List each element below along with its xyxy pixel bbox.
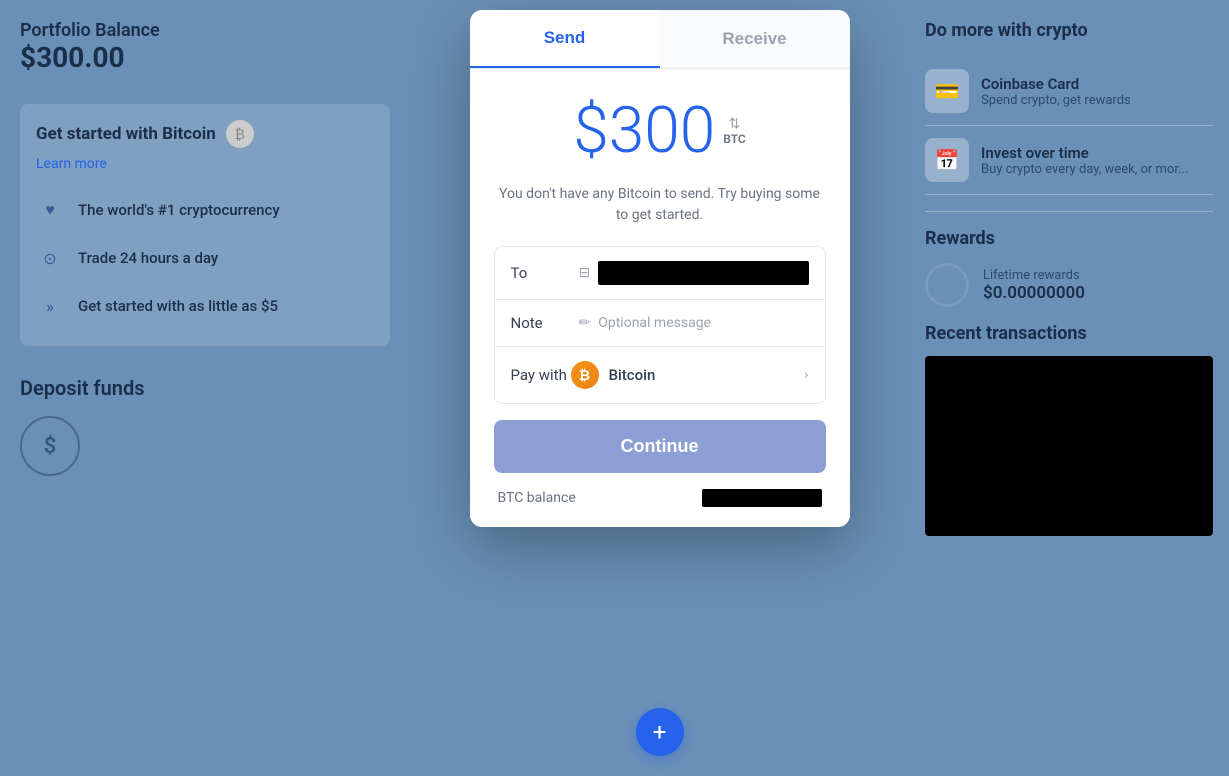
note-label: Note bbox=[511, 314, 571, 332]
deposit-icon[interactable]: $ bbox=[20, 416, 80, 476]
btc-balance-row: BTC balance bbox=[494, 489, 826, 507]
coinbase-card-promo[interactable]: 💳 Coinbase Card Spend crypto, get reward… bbox=[925, 57, 1213, 126]
pencil-icon: ✏ bbox=[579, 315, 591, 331]
pay-with-label: Pay with bbox=[511, 366, 571, 384]
invest-title: Invest over time bbox=[981, 144, 1188, 162]
modal-tabs: Send Receive bbox=[470, 10, 850, 69]
clock-icon: ⊙ bbox=[36, 244, 64, 272]
portfolio-balance-label: Portfolio Balance bbox=[20, 20, 390, 41]
recent-transactions-title: Recent transactions bbox=[925, 323, 1213, 344]
lifetime-info: Lifetime rewards $0.00000000 bbox=[983, 268, 1085, 303]
feature-text: Trade 24 hours a day bbox=[78, 249, 218, 267]
double-chevron-icon: » bbox=[36, 292, 64, 320]
section-divider bbox=[925, 211, 1213, 212]
heart-icon: ♥ bbox=[36, 196, 64, 224]
invest-info: Invest over time Buy crypto every day, w… bbox=[981, 144, 1188, 177]
do-more-title: Do more with crypto bbox=[925, 20, 1213, 41]
right-panel: Do more with crypto 💳 Coinbase Card Spen… bbox=[909, 0, 1229, 776]
feature-text: Get started with as little as $5 bbox=[78, 297, 278, 315]
feature-text: The world's #1 cryptocurrency bbox=[78, 201, 280, 219]
fab-add-button[interactable]: + bbox=[636, 708, 684, 756]
address-book-icon: ⊟ bbox=[579, 265, 591, 281]
swap-arrows-icon: ⇅ bbox=[729, 116, 741, 132]
list-item: » Get started with as little as $5 bbox=[36, 282, 374, 330]
coinbase-card-title: Coinbase Card bbox=[981, 75, 1131, 93]
rewards-circle-icon bbox=[925, 263, 969, 307]
transactions-redacted bbox=[925, 356, 1213, 536]
note-row[interactable]: Note ✏ Optional message bbox=[495, 300, 825, 347]
continue-button[interactable]: Continue bbox=[494, 420, 826, 473]
to-row: To ⊟ bbox=[495, 247, 825, 300]
portfolio-balance-amount: $300.00 bbox=[20, 41, 390, 74]
lifetime-amount: $0.00000000 bbox=[983, 283, 1085, 303]
left-panel: Portfolio Balance $300.00 Get started wi… bbox=[0, 0, 410, 776]
send-receive-modal: Send Receive $300 ⇅ BTC You don't have a… bbox=[470, 10, 850, 527]
to-label: To bbox=[511, 264, 571, 282]
form-section: To ⊟ Note ✏ Optional message Pay with bbox=[494, 246, 826, 404]
lifetime-rewards-row: Lifetime rewards $0.00000000 bbox=[925, 263, 1213, 307]
deposit-section: Deposit funds $ bbox=[20, 376, 390, 476]
pay-with-content: ₿ Bitcoin › bbox=[571, 361, 809, 389]
coinbase-card-subtitle: Spend crypto, get rewards bbox=[981, 93, 1131, 108]
center-area: Send Receive $300 ⇅ BTC You don't have a… bbox=[410, 0, 909, 776]
note-placeholder: Optional message bbox=[598, 315, 711, 331]
pay-with-crypto: Bitcoin bbox=[609, 366, 656, 384]
bitcoin-icon: ₿ bbox=[226, 120, 254, 148]
currency-label: BTC bbox=[723, 132, 746, 146]
btc-balance-value bbox=[702, 489, 822, 507]
btc-balance-label: BTC balance bbox=[498, 490, 576, 506]
coinbase-card-info: Coinbase Card Spend crypto, get rewards bbox=[981, 75, 1131, 108]
invest-promo[interactable]: 📅 Invest over time Buy crypto every day,… bbox=[925, 126, 1213, 195]
amount-display: $300 ⇅ BTC bbox=[494, 93, 826, 168]
invest-icon: 📅 bbox=[925, 138, 969, 182]
invest-subtitle: Buy crypto every day, week, or mor... bbox=[981, 162, 1188, 177]
deposit-label: Deposit funds bbox=[20, 376, 145, 400]
amount-value: $300 bbox=[573, 93, 715, 168]
feature-list: ♥ The world's #1 cryptocurrency ⊙ Trade … bbox=[36, 186, 374, 330]
learn-more-link[interactable]: Learn more bbox=[36, 156, 374, 172]
chevron-right-icon: › bbox=[804, 367, 808, 383]
get-started-section: Get started with Bitcoin ₿ Learn more ♥ … bbox=[20, 104, 390, 346]
lifetime-label: Lifetime rewards bbox=[983, 268, 1085, 283]
pay-with-row[interactable]: Pay with ₿ Bitcoin › bbox=[495, 347, 825, 403]
currency-toggle-button[interactable]: ⇅ BTC bbox=[723, 116, 746, 146]
tab-send[interactable]: Send bbox=[470, 10, 660, 68]
coinbase-card-icon: 💳 bbox=[925, 69, 969, 113]
warning-text: You don't have any Bitcoin to send. Try … bbox=[494, 184, 826, 226]
rewards-title: Rewards bbox=[925, 228, 1213, 249]
list-item: ⊙ Trade 24 hours a day bbox=[36, 234, 374, 282]
bitcoin-logo-icon: ₿ bbox=[571, 361, 599, 389]
tab-receive[interactable]: Receive bbox=[660, 10, 850, 68]
get-started-title: Get started with Bitcoin bbox=[36, 124, 216, 144]
to-address-field[interactable] bbox=[598, 261, 808, 285]
modal-body: $300 ⇅ BTC You don't have any Bitcoin to… bbox=[470, 69, 850, 527]
list-item: ♥ The world's #1 cryptocurrency bbox=[36, 186, 374, 234]
